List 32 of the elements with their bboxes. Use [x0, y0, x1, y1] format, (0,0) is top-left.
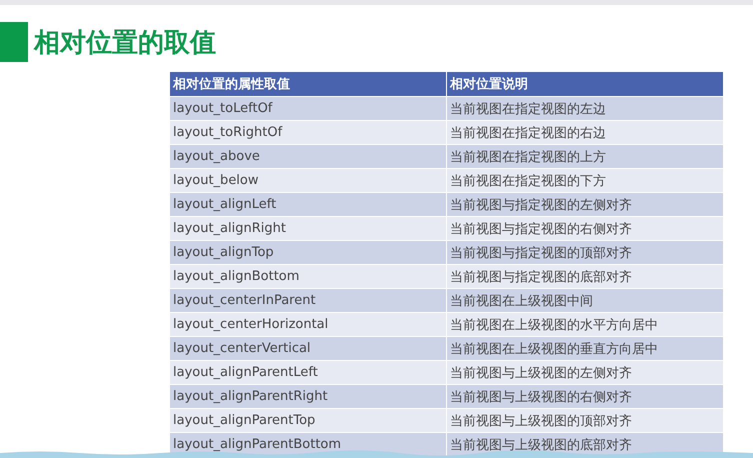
column-header: 相对位置的属性取值 — [170, 72, 446, 96]
table-cell: layout_toRightOf — [170, 120, 446, 144]
table-cell: 当前视图在指定视图的下方 — [446, 168, 724, 192]
table-cell: layout_below — [170, 168, 446, 192]
table-cell: 当前视图与上级视图的右侧对齐 — [446, 384, 724, 408]
table-cell: 当前视图与指定视图的顶部对齐 — [446, 240, 724, 264]
table-cell: 当前视图在指定视图的左边 — [446, 96, 724, 120]
table-cell: layout_alignBottom — [170, 264, 446, 288]
table-cell: layout_alignLeft — [170, 192, 446, 216]
table-cell: 当前视图在上级视图的垂直方向居中 — [446, 336, 724, 360]
table-cell: layout_alignRight — [170, 216, 446, 240]
accent-bar — [0, 22, 28, 62]
table-cell: layout_centerHorizontal — [170, 312, 446, 336]
table-cell: 当前视图在指定视图的上方 — [446, 144, 724, 168]
table-cell: 当前视图与上级视图的左侧对齐 — [446, 360, 724, 384]
table-cell: layout_centerVertical — [170, 336, 446, 360]
table-cell: 当前视图与指定视图的右侧对齐 — [446, 216, 724, 240]
table-cell: 当前视图在指定视图的右边 — [446, 120, 724, 144]
table-cell: layout_alignTop — [170, 240, 446, 264]
table-cell: 当前视图与上级视图的顶部对齐 — [446, 408, 724, 432]
table-cell: 当前视图在上级视图中间 — [446, 288, 724, 312]
table-cell: layout_alignParentTop — [170, 408, 446, 432]
table-cell: layout_alignParentRight — [170, 384, 446, 408]
table-cell: 当前视图与指定视图的底部对齐 — [446, 264, 724, 288]
table-cell: layout_alignParentLeft — [170, 360, 446, 384]
column-header: 相对位置说明 — [446, 72, 724, 96]
table-cell: 当前视图在上级视图的水平方向居中 — [446, 312, 724, 336]
table-cell: layout_above — [170, 144, 446, 168]
table-cell: layout_toLeftOf — [170, 96, 446, 120]
table-cell: layout_centerInParent — [170, 288, 446, 312]
slide-title: 相对位置的取值 — [34, 26, 216, 60]
table-cell: 当前视图与指定视图的左侧对齐 — [446, 192, 724, 216]
